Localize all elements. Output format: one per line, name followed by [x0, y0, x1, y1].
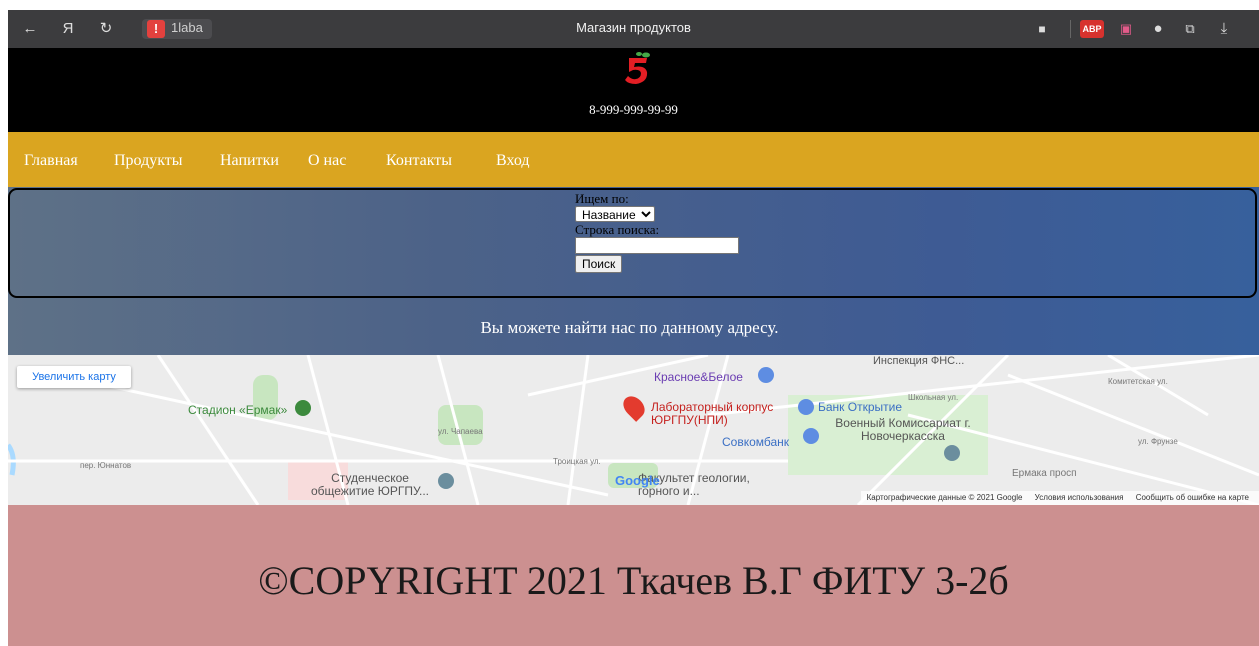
map-poi-stadium[interactable]: Стадион «Ермак»: [188, 404, 287, 417]
google-logo: Google: [615, 473, 660, 488]
globe-icon[interactable]: ●: [1148, 19, 1168, 39]
bookmark-icon[interactable]: ■: [1032, 19, 1052, 39]
map-poi-faculty[interactable]: Факультет геологии, горного и...: [638, 472, 788, 498]
download-icon[interactable]: ⤓: [1214, 19, 1234, 39]
search-form: Ищем по: Название Строка поиска: Поиск: [575, 192, 739, 273]
stadium-pin-icon: [295, 400, 311, 416]
map-poi-top: Инспекция ФНС...: [873, 355, 965, 367]
search-query-label: Строка поиска:: [575, 222, 660, 237]
map-data-credit: Картографические данные © 2021 Google: [866, 493, 1023, 502]
search-by-label: Ищем по:: [575, 191, 629, 206]
map-poi-sovkombank[interactable]: Совкомбанк: [722, 436, 789, 449]
report-error-link[interactable]: Сообщить об ошибке на карте: [1136, 493, 1249, 502]
map-attribution: Картографические данные © 2021 Google Ус…: [860, 491, 1259, 505]
search-button[interactable]: Поиск: [575, 255, 623, 273]
map-poi-bank-otkritie[interactable]: Банк Открытие: [818, 401, 902, 414]
nav-item-about[interactable]: О нас: [308, 152, 346, 170]
enlarge-map-button[interactable]: Увеличить карту: [17, 366, 131, 388]
phone-number: 8-999-999-99-99: [589, 102, 678, 117]
search-by-select[interactable]: Название: [575, 206, 655, 222]
terms-link[interactable]: Условия использования: [1035, 493, 1124, 502]
map-street-label: пер. Юннатов: [80, 461, 132, 470]
main-nav: Главная Продукты Напитки О нас Контакты …: [8, 132, 1259, 187]
nav-item-home[interactable]: Главная: [24, 152, 78, 170]
shop-pin-icon: [758, 367, 774, 383]
map-poi-military[interactable]: Военный Комиссариат г. Новочеркасска: [818, 417, 988, 443]
pyaterochka-logo-icon[interactable]: [619, 50, 655, 86]
window-icon[interactable]: ⧉: [1180, 19, 1200, 39]
window-title: Магазин продуктов: [576, 20, 691, 35]
map-poi-dormitory[interactable]: Студенческое общежитие ЮРГПУ...: [304, 472, 436, 498]
bank-pin-icon: [798, 399, 814, 415]
dormitory-pin-icon: [438, 473, 454, 489]
bank-pin-icon: [803, 428, 819, 444]
search-input[interactable]: [575, 237, 739, 254]
place-pin-icon: [944, 445, 960, 461]
address-text: Вы можете найти нас по данному адресу.: [480, 318, 779, 337]
map-street-label: Ермака просп: [1012, 468, 1077, 479]
nav-item-contacts[interactable]: Контакты: [386, 152, 452, 170]
map-street-label: ул. Чапаева: [438, 427, 483, 436]
adblock-icon[interactable]: ABP: [1080, 20, 1104, 38]
browser-toolbar: ← Я ↻ ! 1laba Магазин продуктов ■ ABP ▣ …: [8, 10, 1259, 48]
extension-icon[interactable]: ▣: [1116, 19, 1136, 39]
google-map[interactable]: Увеличить карту Стадион «Ермак» Красное&…: [8, 355, 1259, 505]
map-street-label: Школьная ул.: [908, 393, 959, 402]
map-poi-krasnoe-beloe[interactable]: Красное&Белое: [654, 371, 743, 384]
page-footer: ©COPYRIGHT 2021 Ткачев В.Г ФИТУ 3-2б: [8, 505, 1259, 646]
site-header: 8-999-999-99-99: [8, 48, 1259, 132]
nav-item-products[interactable]: Продукты: [114, 152, 183, 170]
copyright-text: ©COPYRIGHT 2021 Ткачев В.Г ФИТУ 3-2б: [258, 558, 1009, 603]
toolbar-divider: [1070, 20, 1071, 38]
nav-item-login[interactable]: Вход: [496, 152, 530, 170]
map-poi-lab-building[interactable]: Лабораторный корпус ЮРГПУ(НПИ): [651, 401, 811, 427]
map-street-label: Комитетская ул.: [1108, 377, 1168, 386]
map-street-label: ул. Фрунзе: [1138, 437, 1178, 446]
map-street-label: Троицкая ул.: [553, 457, 601, 466]
nav-item-drinks[interactable]: Напитки: [220, 152, 279, 170]
